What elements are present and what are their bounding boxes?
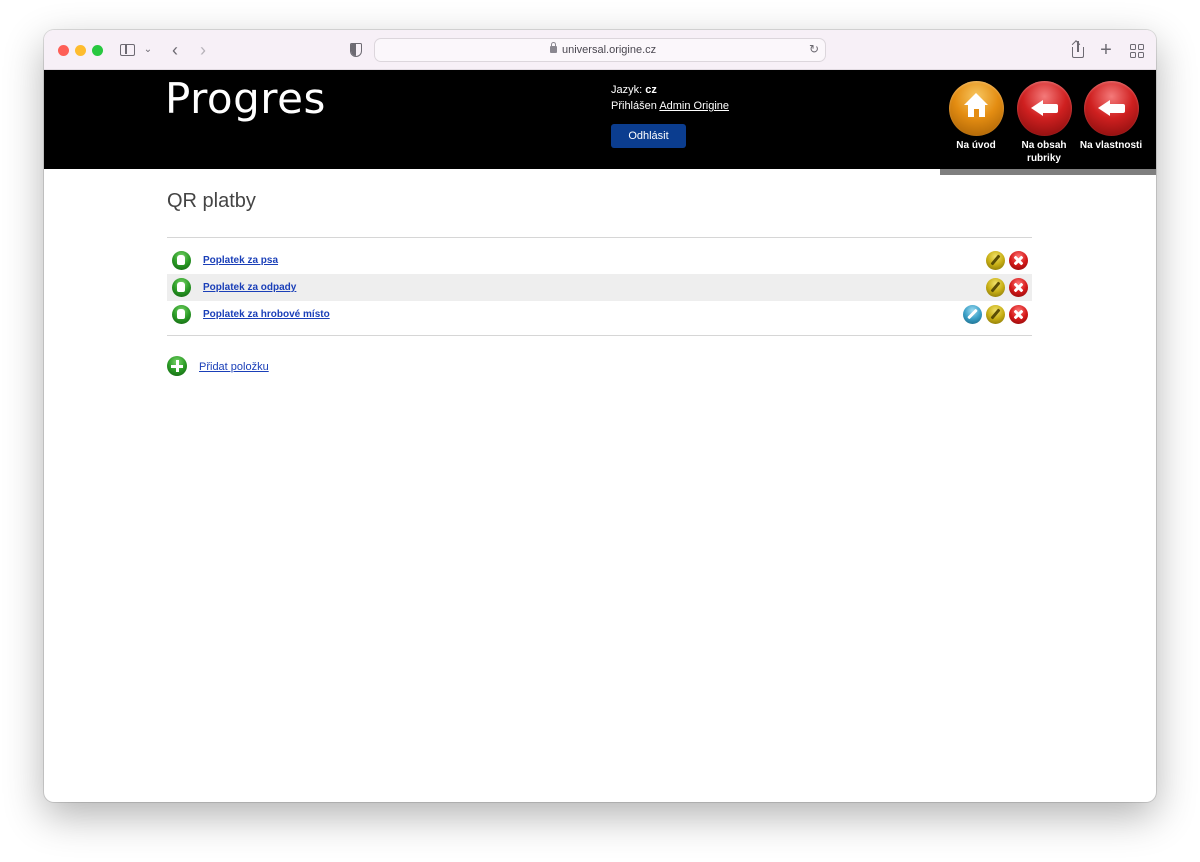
divider xyxy=(167,335,1032,336)
close-window-button[interactable] xyxy=(58,45,69,56)
forward-icon[interactable]: › xyxy=(196,39,210,61)
back-arrow-icon[interactable] xyxy=(1016,81,1072,136)
divider xyxy=(167,237,1032,238)
list-item: Poplatek za hrobové místo xyxy=(167,301,1032,328)
add-icon[interactable] xyxy=(167,356,187,376)
item-link[interactable]: Poplatek za psa xyxy=(203,255,278,266)
site-logo[interactable]: Progres xyxy=(165,74,326,123)
privacy-shield-icon[interactable] xyxy=(349,39,363,61)
new-tab-icon[interactable]: + xyxy=(1098,39,1114,61)
edit-icon[interactable] xyxy=(986,278,1005,297)
nav-home[interactable]: Na úvod xyxy=(943,81,1009,152)
lock-icon xyxy=(550,42,557,53)
wrench-icon[interactable] xyxy=(963,305,982,324)
zoom-window-button[interactable] xyxy=(92,45,103,56)
delete-icon[interactable] xyxy=(1009,305,1028,324)
open-item-icon[interactable] xyxy=(172,305,191,324)
language-indicator: Jazyk: cz xyxy=(611,84,657,96)
item-list: Poplatek za psa Poplatek za odpady Popla… xyxy=(167,247,1032,328)
edit-icon[interactable] xyxy=(986,305,1005,324)
add-item-link[interactable]: Přidat položku xyxy=(199,361,269,373)
logged-user-link[interactable]: Admin Origine xyxy=(659,100,729,112)
logout-button[interactable]: Odhlásit xyxy=(611,124,686,148)
nav-properties[interactable]: Na vlastnosti xyxy=(1078,81,1144,152)
nav-section-content-label[interactable]: Na obsah rubriky xyxy=(1011,139,1077,165)
share-icon[interactable] xyxy=(1070,39,1086,61)
item-link[interactable]: Poplatek za odpady xyxy=(203,282,296,293)
nav-properties-label[interactable]: Na vlastnosti xyxy=(1078,139,1144,152)
logged-user-info: Přihlášen Admin Origine xyxy=(611,100,730,112)
nav-home-label[interactable]: Na úvod xyxy=(943,139,1009,152)
address-url: universal.origine.cz xyxy=(562,44,657,56)
list-item: Poplatek za odpady xyxy=(167,274,1032,301)
browser-window: ⌄ ‹ › universal.origine.cz ↻ + Progres J… xyxy=(44,30,1156,802)
delete-icon[interactable] xyxy=(1009,278,1028,297)
chevron-down-icon[interactable]: ⌄ xyxy=(142,39,154,61)
page-title: QR platby xyxy=(167,190,256,212)
open-item-icon[interactable] xyxy=(172,278,191,297)
open-item-icon[interactable] xyxy=(172,251,191,270)
delete-icon[interactable] xyxy=(1009,251,1028,270)
item-link[interactable]: Poplatek za hrobové místo xyxy=(203,309,330,320)
nav-section-content[interactable]: Na obsah rubriky xyxy=(1011,81,1077,165)
site-header: Progres Jazyk: cz Přihlášen Admin Origin… xyxy=(44,70,1156,169)
header-accent-bar xyxy=(940,169,1156,175)
edit-icon[interactable] xyxy=(986,251,1005,270)
home-icon[interactable] xyxy=(948,81,1004,136)
reload-icon[interactable]: ↻ xyxy=(809,42,819,56)
back-arrow-icon[interactable] xyxy=(1083,81,1139,136)
minimize-window-button[interactable] xyxy=(75,45,86,56)
list-item: Poplatek za psa xyxy=(167,247,1032,274)
tab-overview-icon[interactable] xyxy=(1128,39,1144,61)
sidebar-toggle-icon[interactable] xyxy=(119,39,137,61)
browser-toolbar: ⌄ ‹ › universal.origine.cz ↻ + xyxy=(44,30,1156,70)
address-bar[interactable]: universal.origine.cz ↻ xyxy=(374,38,826,62)
back-icon[interactable]: ‹ xyxy=(168,39,182,61)
